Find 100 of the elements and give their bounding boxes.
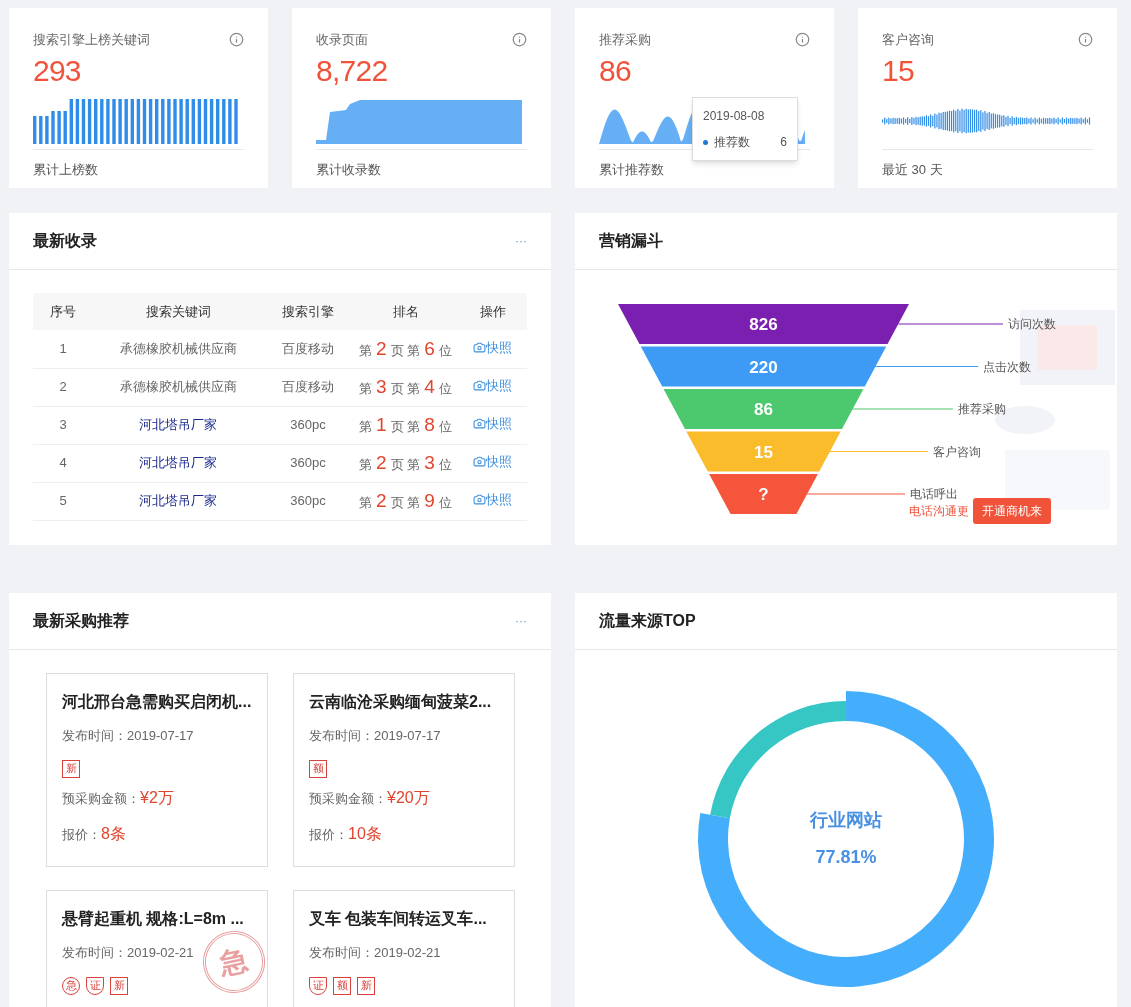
purchase-title: 云南临沧采购缅甸菠菜2... <box>309 692 492 712</box>
stage-label: 客户咨询 <box>933 444 981 459</box>
camera-icon <box>473 379 486 393</box>
tag: 额 <box>333 976 351 995</box>
camera-icon <box>473 493 486 507</box>
table-cell: 2 <box>33 368 93 406</box>
purchase-card[interactable]: 悬臂起重机 规格:L=8m ... 发布时间：2019-02-21 急 证 新 急 <box>46 890 268 1007</box>
snapshot-link[interactable]: 快照 <box>473 376 512 396</box>
stage-label: 点击次数 <box>983 359 1031 374</box>
rank-number: 8 <box>424 413 435 435</box>
table-cell: 360pc <box>263 406 353 444</box>
stat-title: 搜索引擎上榜关键词 <box>33 31 150 49</box>
info-icon[interactable] <box>512 32 527 48</box>
table-cell: 3 <box>33 406 93 444</box>
section-title: 最新收录 <box>33 231 97 251</box>
stat-title: 收录页面 <box>316 31 368 49</box>
purchase-card[interactable]: 叉车 包装车间转运叉车... 发布时间：2019-02-21 证 额 新 <box>293 890 515 1007</box>
rank-text: 第 <box>359 456 373 472</box>
more-button[interactable]: ··· <box>515 235 527 247</box>
tooltip-date: 2019-08-08 <box>703 108 765 125</box>
purchase-card[interactable]: 河北邢台急需购买启闭机... 发布时间：2019-07-17 新 预采购金额：¥2万 报价：8条 <box>46 673 268 867</box>
quote-value: 10条 <box>348 823 382 844</box>
amount-label: 预采购金额： <box>309 789 387 808</box>
open-leads-button[interactable]: 开通商机来 <box>973 498 1051 524</box>
stage-label: 访问次数 <box>1008 317 1056 331</box>
amount-value: ¥2万 <box>140 787 174 808</box>
rank-number: 4 <box>424 375 435 397</box>
tag: 额 <box>309 759 327 778</box>
rank-text: 第 <box>359 342 373 358</box>
stat-value: 86 <box>599 55 631 86</box>
call-note: 电话沟通更 <box>909 503 969 520</box>
source-name: 行业网站 <box>810 809 882 832</box>
section-title: 流量来源TOP <box>599 611 696 631</box>
rank-number: 9 <box>424 489 435 511</box>
rank-text: 页 第 <box>390 418 421 434</box>
rank-text: 第 <box>359 494 373 510</box>
stat-footer: 累计收录数 <box>316 159 381 179</box>
stat-value: 15 <box>882 55 914 86</box>
rank-text: 位 <box>438 456 452 472</box>
tooltip-value: 6 <box>780 134 787 151</box>
keyword-link[interactable]: 河北塔吊厂家 <box>139 417 217 433</box>
tag: 新 <box>62 759 80 778</box>
column-header: 序号 <box>33 293 93 330</box>
snapshot-link[interactable]: 快照 <box>473 490 512 510</box>
stage-label: 推荐采购 <box>958 402 1006 416</box>
info-icon[interactable] <box>229 32 244 48</box>
rank-text: 位 <box>438 494 452 510</box>
snapshot-link[interactable]: 快照 <box>473 414 512 434</box>
purchase-title: 悬臂起重机 规格:L=8m ... <box>62 909 244 929</box>
stage-label: 电话呼出 <box>910 487 958 501</box>
column-header: 搜索引擎 <box>263 293 353 330</box>
tag: 新 <box>357 976 375 995</box>
snapshot-link[interactable]: 快照 <box>473 337 512 358</box>
rank-text: 页 第 <box>390 342 421 358</box>
stage-value: 220 <box>749 357 778 377</box>
keyword-link[interactable]: 河北塔吊厂家 <box>139 455 217 471</box>
snapshot-link[interactable]: 快照 <box>473 452 512 472</box>
rank-number: 3 <box>424 451 435 473</box>
purchase-title: 河北邢台急需购买启闭机... <box>62 692 252 712</box>
rank-number: 3 <box>376 375 387 397</box>
table-cell: 5 <box>33 482 93 520</box>
rank-number: 6 <box>424 337 435 359</box>
rank-number: 2 <box>376 337 387 359</box>
info-icon[interactable] <box>1078 32 1093 48</box>
amount-value: ¥20万 <box>387 787 430 808</box>
amount-label: 预采购金额： <box>62 789 140 808</box>
camera-icon <box>473 341 486 355</box>
rank-text: 第 <box>359 380 373 396</box>
stat-value: 8,722 <box>316 55 388 86</box>
stat-value: 293 <box>33 55 81 86</box>
rank-number: 2 <box>376 489 387 511</box>
purchase-card[interactable]: 云南临沧采购缅甸菠菜2... 发布时间：2019-07-17 额 预采购金额：¥20万 报价：10条 <box>293 673 515 867</box>
column-header: 搜索关键词 <box>93 293 263 330</box>
rank-text: 第 <box>359 418 373 434</box>
camera-icon <box>473 417 486 431</box>
section-title: 最新采购推荐 <box>33 611 129 631</box>
quote-value: 8条 <box>101 823 126 844</box>
stage-value: 15 <box>754 442 773 462</box>
stat-footer: 累计上榜数 <box>33 159 98 179</box>
rank-text: 页 第 <box>390 494 421 510</box>
rank-text: 位 <box>438 418 452 434</box>
tag: 新 <box>110 976 128 995</box>
column-header: 排名 <box>353 293 458 330</box>
keyword-link[interactable]: 河北塔吊厂家 <box>139 493 217 509</box>
quote-label: 报价： <box>62 825 101 844</box>
purchase-title: 叉车 包装车间转运叉车... <box>309 909 487 929</box>
table-cell: 1 <box>33 330 93 368</box>
rank-text: 位 <box>438 342 452 358</box>
table-cell: 360pc <box>263 444 353 482</box>
info-icon[interactable] <box>795 32 810 48</box>
camera-icon <box>473 455 486 469</box>
publish-date: 发布时间：2019-02-21 <box>309 944 441 962</box>
stat-title: 客户咨询 <box>882 31 934 49</box>
stat-footer: 最近 30 天 <box>882 159 943 179</box>
more-button[interactable]: ··· <box>515 615 527 627</box>
stage-value: 826 <box>749 315 778 334</box>
table-cell: 承德橡胶机械供应商 <box>119 341 237 356</box>
stage-value: ? <box>758 485 769 504</box>
publish-date: 发布时间：2019-07-17 <box>309 727 441 745</box>
publish-date: 发布时间：2019-02-21 <box>62 944 194 962</box>
